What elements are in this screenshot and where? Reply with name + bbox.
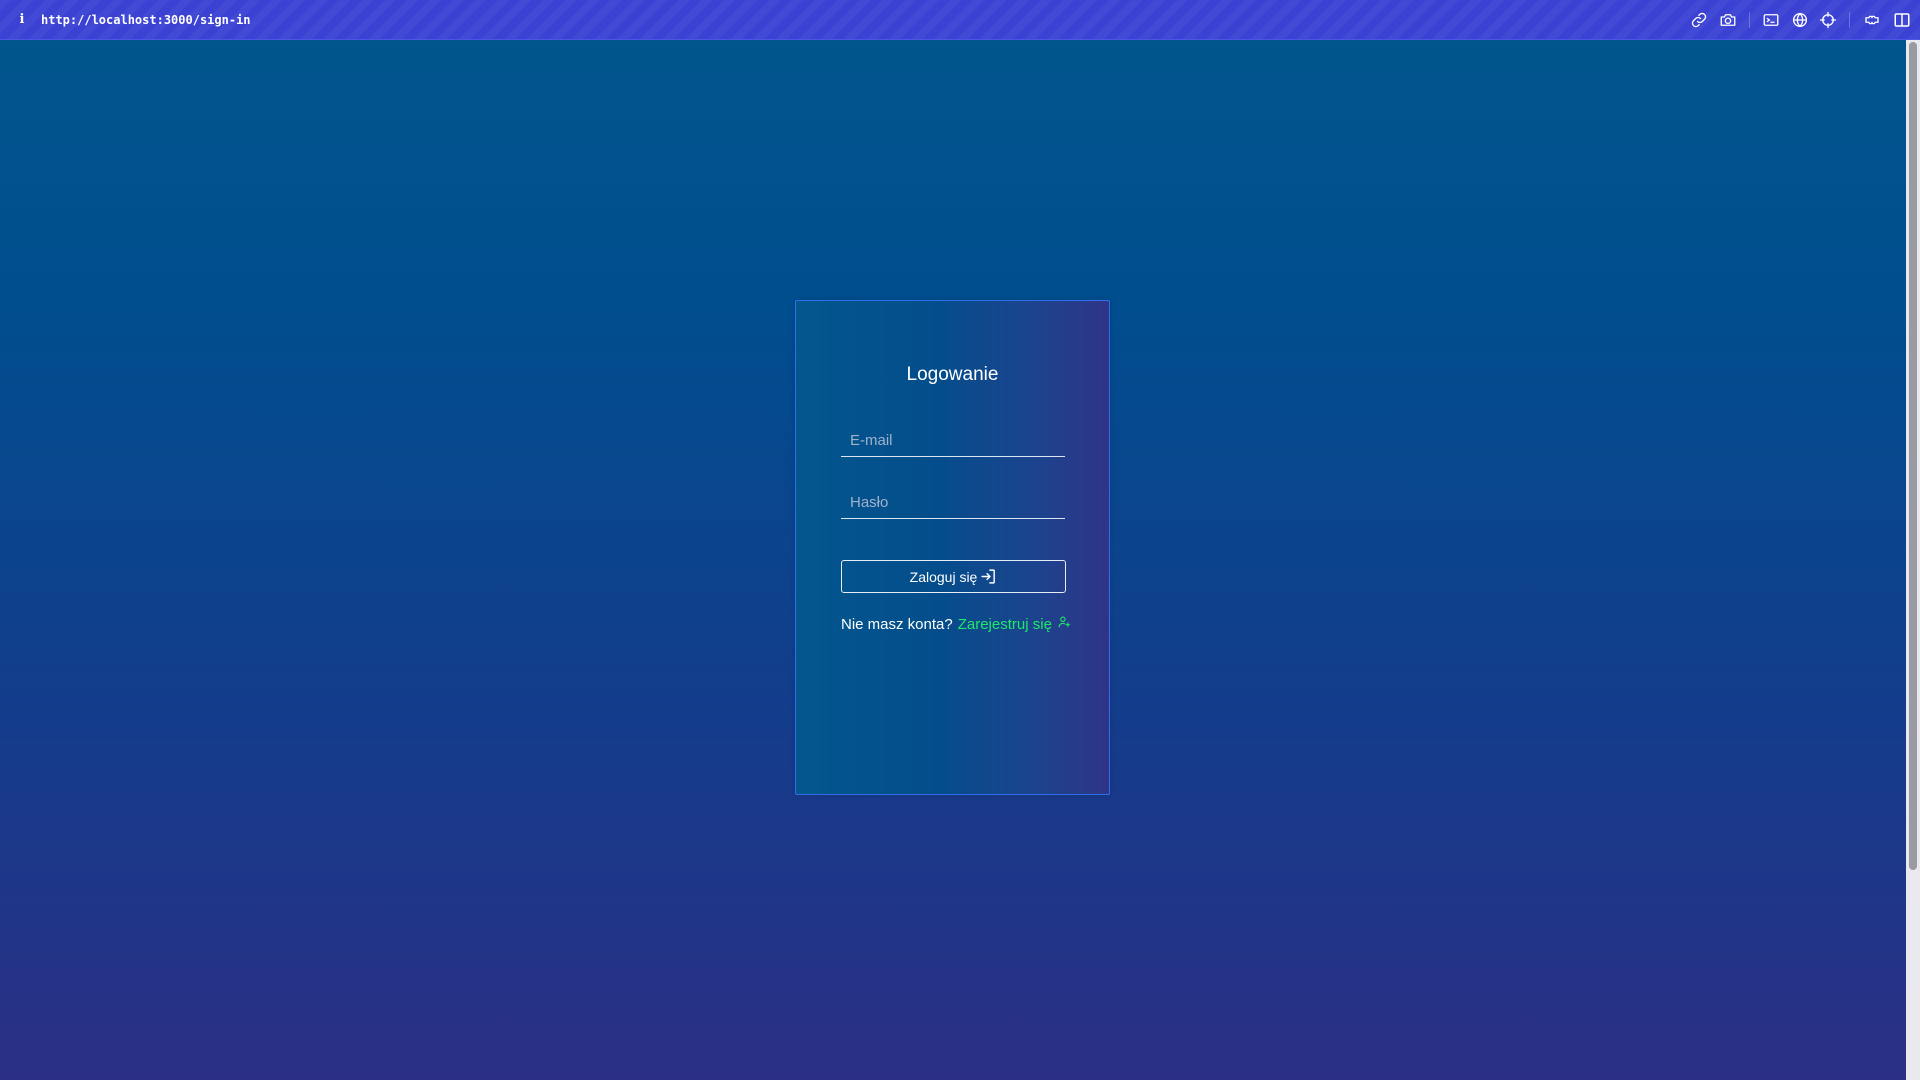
- user-plus-icon[interactable]: [1058, 614, 1071, 630]
- camera-icon[interactable]: [1719, 11, 1737, 29]
- login-title: Logowanie: [906, 364, 999, 385]
- sign-in-icon: [981, 569, 996, 584]
- password-field[interactable]: [841, 487, 1065, 519]
- login-button-label: Zaloguj się: [909, 568, 978, 585]
- toolbar-divider: [1749, 12, 1750, 28]
- globe-icon[interactable]: [1791, 11, 1809, 29]
- signup-link[interactable]: Zarejestruj się: [958, 616, 1052, 633]
- login-button[interactable]: Zaloguj się: [841, 560, 1066, 593]
- extension-icon[interactable]: [1863, 11, 1881, 29]
- crosshair-icon[interactable]: [1819, 11, 1837, 29]
- email-field[interactable]: [841, 425, 1065, 457]
- scrollbar-thumb[interactable]: [1909, 42, 1917, 870]
- info-icon[interactable]: i: [16, 12, 28, 28]
- toolbar-divider: [1849, 12, 1850, 28]
- browser-toolbar: i http://localhost:3000/sign-in: [0, 0, 1920, 40]
- page-scrollbar[interactable]: [1906, 40, 1920, 1080]
- address-bar-url[interactable]: http://localhost:3000/sign-in: [41, 12, 251, 28]
- signup-row: Nie masz konta? Zarejestruj się: [841, 613, 1071, 635]
- terminal-icon[interactable]: [1762, 11, 1780, 29]
- link-icon[interactable]: [1690, 11, 1708, 29]
- login-card: Logowanie Zaloguj się Nie masz konta? Za…: [795, 300, 1110, 795]
- signup-prompt: Nie masz konta?: [841, 615, 953, 633]
- split-view-icon[interactable]: [1893, 11, 1910, 29]
